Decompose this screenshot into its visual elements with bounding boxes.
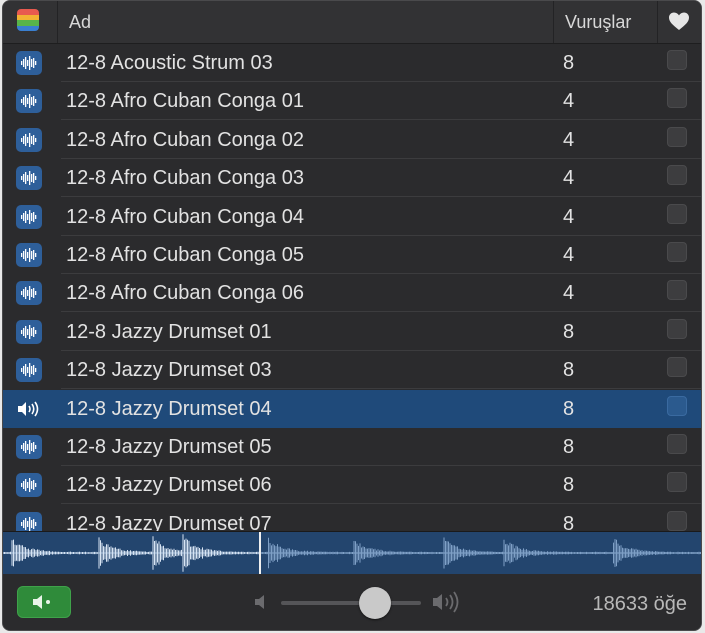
loop-row[interactable]: 12-8 Afro Cuban Conga 05 4 xyxy=(3,236,701,274)
loop-row[interactable]: 12-8 Jazzy Drumset 01 8 xyxy=(3,313,701,351)
column-divider[interactable] xyxy=(57,1,58,43)
loop-row[interactable]: 12-8 Afro Cuban Conga 06 4 xyxy=(3,274,701,313)
favorite-checkbox[interactable] xyxy=(667,357,687,378)
speaker-playing-icon xyxy=(16,397,42,421)
loop-name: 12-8 Acoustic Strum 03 xyxy=(66,52,273,74)
favorite-checkbox[interactable] xyxy=(667,165,687,186)
column-divider[interactable] xyxy=(553,1,554,43)
loop-beats: 8 xyxy=(563,474,575,497)
column-header-name[interactable]: Ad xyxy=(69,1,91,43)
loop-name: 12-8 Jazzy Drumset 03 xyxy=(66,359,272,382)
favorite-checkbox[interactable] xyxy=(667,126,687,147)
loop-row[interactable]: 12-8 Jazzy Drumset 03 8 xyxy=(3,351,701,390)
favorite-checkbox[interactable] xyxy=(667,434,687,454)
loop-beats: 8 xyxy=(563,436,575,458)
item-count: 18633 öğe xyxy=(592,593,687,615)
loop-beats: 8 xyxy=(563,359,575,382)
waveform-icon xyxy=(16,204,42,229)
loop-name: 12-8 Jazzy Drumset 06 xyxy=(66,474,272,497)
favorite-checkbox[interactable] xyxy=(667,50,687,70)
favorite-checkbox[interactable] xyxy=(667,395,687,416)
loop-name: 12-8 Afro Cuban Conga 05 xyxy=(66,244,304,266)
loop-beats: 4 xyxy=(563,128,575,151)
volume-low-icon xyxy=(255,595,264,609)
loop-name: 12-8 Afro Cuban Conga 02 xyxy=(66,128,304,151)
loop-row[interactable]: 12-8 Jazzy Drumset 04 8 xyxy=(3,389,701,428)
waveform-icon xyxy=(16,243,42,267)
loop-row[interactable]: 12-8 Jazzy Drumset 06 8 xyxy=(3,466,701,505)
speaker-icon xyxy=(33,595,50,609)
volume-slider-track[interactable] xyxy=(281,601,421,605)
waveform-icon xyxy=(16,473,42,498)
loop-beats: 4 xyxy=(563,282,575,305)
waveform-icon xyxy=(16,281,42,306)
favorites-heart-icon[interactable] xyxy=(667,9,691,33)
loop-row[interactable]: 12-8 Jazzy Drumset 07 8 xyxy=(3,505,701,531)
favorite-checkbox[interactable] xyxy=(667,88,687,109)
column-header-beats[interactable]: Vuruşlar xyxy=(565,1,631,43)
loop-beats: 8 xyxy=(563,320,575,343)
column-divider[interactable] xyxy=(657,1,658,43)
playhead[interactable] xyxy=(259,532,261,574)
loop-name: 12-8 Afro Cuban Conga 04 xyxy=(66,205,304,228)
waveform-icon xyxy=(16,51,42,75)
loop-row[interactable]: 12-8 Afro Cuban Conga 04 4 xyxy=(3,198,701,236)
loop-name: 12-8 Jazzy Drumset 01 xyxy=(66,320,272,343)
favorite-checkbox[interactable] xyxy=(667,472,687,493)
waveform-graphic xyxy=(3,534,701,572)
loop-beats: 4 xyxy=(563,167,575,190)
favorite-checkbox[interactable] xyxy=(667,203,687,224)
favorite-checkbox[interactable] xyxy=(667,510,687,531)
waveform-preview[interactable] xyxy=(3,531,701,575)
favorite-checkbox[interactable] xyxy=(667,242,687,262)
loop-name: 12-8 Jazzy Drumset 05 xyxy=(66,436,272,458)
loop-name: 12-8 Afro Cuban Conga 01 xyxy=(66,90,304,113)
waveform-icon xyxy=(16,127,42,152)
footer-bar: 18633 öğe xyxy=(3,574,701,630)
waveform-icon xyxy=(16,166,42,191)
loop-beats: 8 xyxy=(563,512,575,531)
loop-beats: 8 xyxy=(563,397,575,420)
color-filter-icon[interactable] xyxy=(17,9,39,31)
waveform-icon xyxy=(16,511,42,531)
loop-name: 12-8 Afro Cuban Conga 06 xyxy=(66,282,304,305)
waveform-icon xyxy=(16,435,42,459)
loop-name: 12-8 Jazzy Drumset 04 xyxy=(66,397,272,420)
waveform-icon xyxy=(16,319,42,344)
loop-name: 12-8 Jazzy Drumset 07 xyxy=(66,512,272,531)
loop-beats: 4 xyxy=(563,90,575,113)
loop-row[interactable]: 12-8 Acoustic Strum 03 8 xyxy=(3,44,701,82)
loop-beats: 4 xyxy=(563,244,575,266)
loop-row[interactable]: 12-8 Afro Cuban Conga 02 4 xyxy=(3,121,701,159)
preview-speaker-button[interactable] xyxy=(17,586,71,618)
volume-high-icon xyxy=(433,591,459,613)
loop-browser-panel: Ad Vuruşlar 12-8 Acoustic Strum 03 8 12-8 … xyxy=(2,0,702,631)
loop-name: 12-8 Afro Cuban Conga 03 xyxy=(66,167,304,190)
list-header: Ad Vuruşlar xyxy=(3,1,701,44)
loop-row[interactable]: 12-8 Afro Cuban Conga 03 4 xyxy=(3,159,701,198)
loop-row[interactable]: 12-8 Jazzy Drumset 05 8 xyxy=(3,428,701,466)
loop-beats: 4 xyxy=(563,205,575,228)
loop-row[interactable]: 12-8 Afro Cuban Conga 01 4 xyxy=(3,82,701,121)
loop-beats: 8 xyxy=(563,52,575,74)
loop-list: 12-8 Acoustic Strum 03 8 12-8 Afro Cuban C… xyxy=(3,44,701,531)
volume-slider-knob[interactable] xyxy=(358,587,391,619)
favorite-checkbox[interactable] xyxy=(667,280,687,301)
favorite-checkbox[interactable] xyxy=(667,318,687,339)
waveform-icon xyxy=(16,358,42,383)
waveform-icon xyxy=(16,89,42,114)
